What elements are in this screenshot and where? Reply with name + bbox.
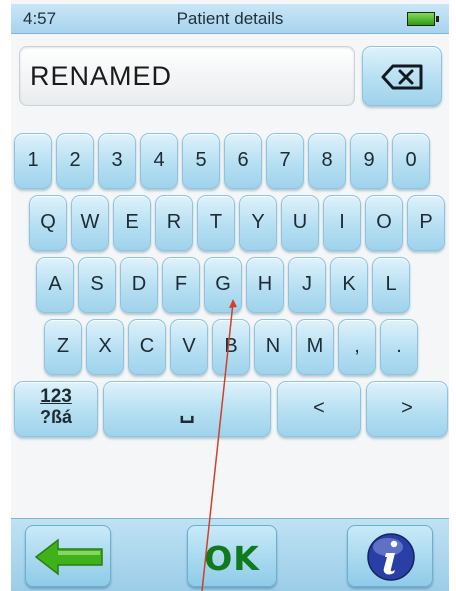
annotation-pointer-line	[201, 299, 237, 591]
